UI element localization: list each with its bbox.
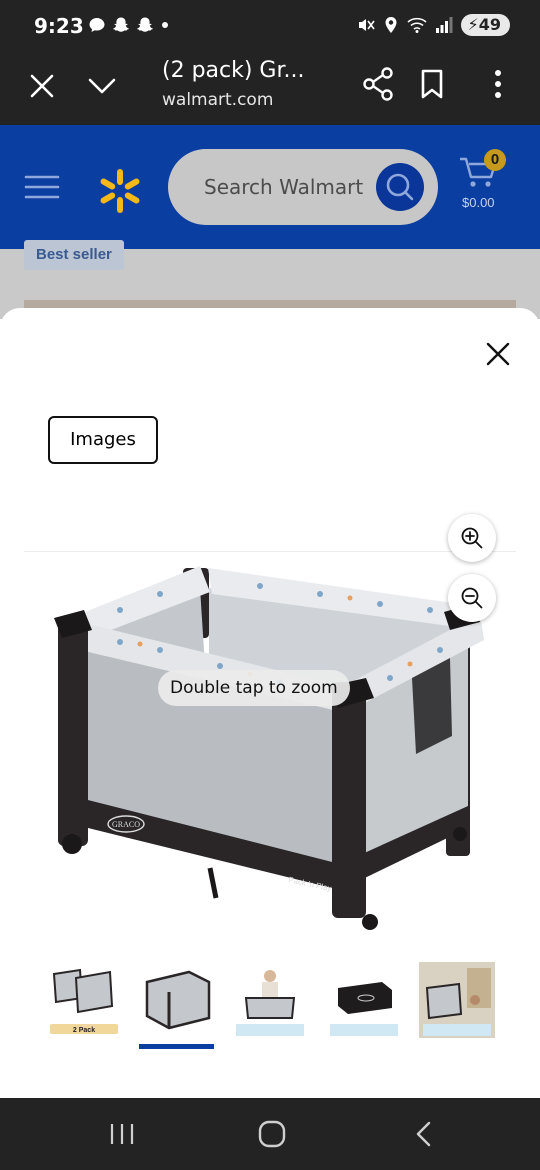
walmart-spark-logo[interactable] xyxy=(96,167,144,215)
battery-level: 49 xyxy=(478,15,501,34)
battery-indicator: ⚡49 xyxy=(460,14,510,36)
search-bar[interactable]: Search Walmart xyxy=(168,149,438,225)
images-tab-button[interactable]: Images xyxy=(48,416,158,464)
more-options-icon[interactable] xyxy=(484,66,512,102)
image-viewer-modal: Images GRACO Pack 'n Play Double tap to … xyxy=(0,308,540,1098)
notification-icons xyxy=(88,16,170,34)
thumbnail-2-pack[interactable]: 2 Pack xyxy=(46,962,122,1038)
cart-button[interactable]: 0 $0.00 xyxy=(456,149,516,219)
divider xyxy=(24,551,516,552)
thumbnail-caption: 2 Pack xyxy=(73,1027,95,1034)
product-image-playard[interactable]: GRACO Pack 'n Play xyxy=(40,558,500,942)
browser-toolbar: (2 pack) Gr... walmart.com xyxy=(0,52,540,125)
mute-icon xyxy=(358,19,375,31)
cart-count-badge: 0 xyxy=(484,149,506,171)
snapchat-icon xyxy=(137,17,153,32)
snapchat-icon xyxy=(113,17,129,32)
zoom-in-icon xyxy=(461,527,483,549)
zoom-in-button[interactable] xyxy=(448,514,496,562)
status-time: 9:23 xyxy=(34,14,84,38)
messages-icon xyxy=(89,18,105,32)
zoom-out-button[interactable] xyxy=(448,574,496,622)
cart-total: $0.00 xyxy=(462,195,495,210)
chevron-down-icon[interactable] xyxy=(86,70,118,102)
page-title[interactable]: (2 pack) Gr... xyxy=(162,58,304,83)
dot-icon xyxy=(162,22,168,28)
search-icon xyxy=(386,173,414,201)
page-url[interactable]: walmart.com xyxy=(162,90,273,110)
back-icon[interactable] xyxy=(412,1120,436,1148)
thumbnail-playard-front[interactable] xyxy=(139,962,215,1038)
zoom-out-icon xyxy=(461,587,483,609)
thumbnail-strip: 2 Pack xyxy=(40,962,510,1052)
walmart-header: Search Walmart 0 $0.00 xyxy=(0,125,540,249)
close-modal-icon[interactable] xyxy=(480,336,516,372)
recent-apps-icon[interactable] xyxy=(108,1122,136,1146)
selected-thumbnail-indicator xyxy=(139,1044,214,1049)
home-icon[interactable] xyxy=(258,1120,286,1148)
thumbnail-folding-playard[interactable] xyxy=(232,962,308,1038)
zoom-hint-tooltip: Double tap to zoom xyxy=(158,670,350,706)
system-icons: ⚡49 xyxy=(357,14,510,36)
status-bar: 9:23 ⚡49 xyxy=(0,0,540,52)
best-seller-badge: Best seller xyxy=(24,240,124,270)
search-button[interactable] xyxy=(376,163,424,211)
search-input[interactable]: Search Walmart xyxy=(204,175,363,199)
close-icon[interactable] xyxy=(26,70,58,102)
thumbnail-carry-bag[interactable] xyxy=(326,962,402,1038)
thumbnail-room-scene[interactable] xyxy=(419,962,495,1038)
brand-mark-text: GRACO xyxy=(112,820,140,829)
location-icon xyxy=(385,17,396,33)
android-nav-bar xyxy=(0,1098,540,1170)
hamburger-menu-icon[interactable] xyxy=(24,171,60,203)
signal-icon xyxy=(435,17,452,33)
wifi-icon xyxy=(406,17,427,33)
bookmark-icon[interactable] xyxy=(418,68,446,100)
share-icon[interactable] xyxy=(362,66,394,102)
